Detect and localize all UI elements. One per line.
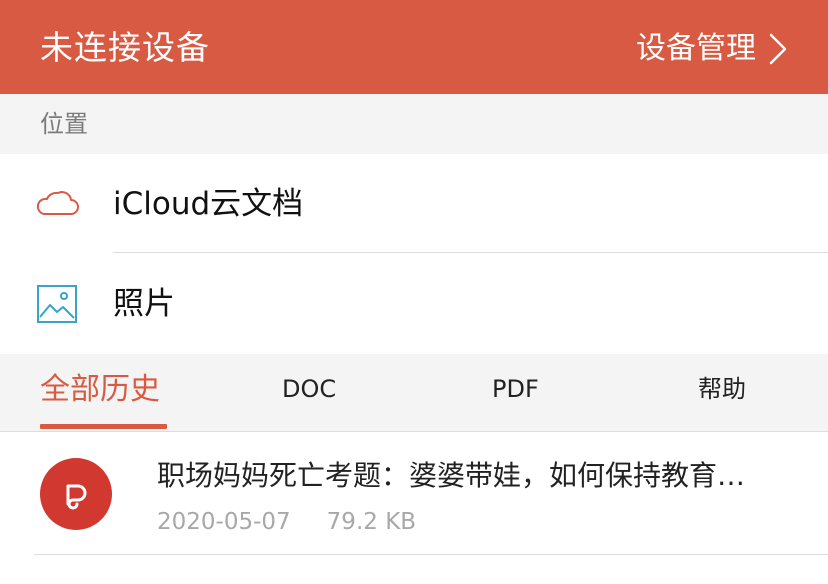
history-tab-bar: 全部历史 DOC PDF 帮助	[0, 354, 828, 432]
file-meta: 2020-05-07 79.2 KB	[157, 506, 416, 538]
location-section-label: 位置	[40, 110, 88, 138]
location-item-photos[interactable]: 照片	[0, 254, 828, 354]
tab-help[interactable]: 帮助	[698, 372, 746, 406]
tab-all-history[interactable]: 全部历史	[40, 370, 160, 410]
tab-doc[interactable]: DOC	[282, 372, 336, 406]
photo-icon	[37, 285, 77, 323]
location-item-label: 照片	[113, 286, 175, 322]
active-tab-indicator	[40, 424, 167, 429]
location-item-label: iCloud云文档	[113, 186, 304, 222]
file-date: 2020-05-07	[157, 509, 291, 535]
cloud-icon	[36, 191, 79, 215]
location-divider	[113, 252, 828, 253]
location-section-header: 位置	[0, 94, 828, 154]
device-management-label: 设备管理	[636, 31, 756, 66]
location-item-icloud[interactable]: iCloud云文档	[0, 154, 828, 254]
file-title: 职场妈妈死亡考题：婆婆带娃，如何保持教育…	[157, 459, 746, 492]
file-list-item[interactable]: 职场妈妈死亡考题：婆婆带娃，如何保持教育… 2020-05-07 79.2 KB	[0, 432, 828, 554]
connection-status-title: 未连接设备	[40, 28, 210, 67]
device-management-button[interactable]: 设备管理	[636, 28, 788, 70]
pdf-app-icon	[40, 458, 112, 530]
top-bar: 未连接设备 设备管理	[0, 0, 828, 94]
tab-pdf[interactable]: PDF	[492, 372, 539, 406]
file-size: 79.2 KB	[326, 509, 417, 535]
pdf-glyph-icon	[66, 484, 87, 510]
file-divider	[34, 554, 828, 555]
chevron-right-icon	[769, 33, 787, 65]
